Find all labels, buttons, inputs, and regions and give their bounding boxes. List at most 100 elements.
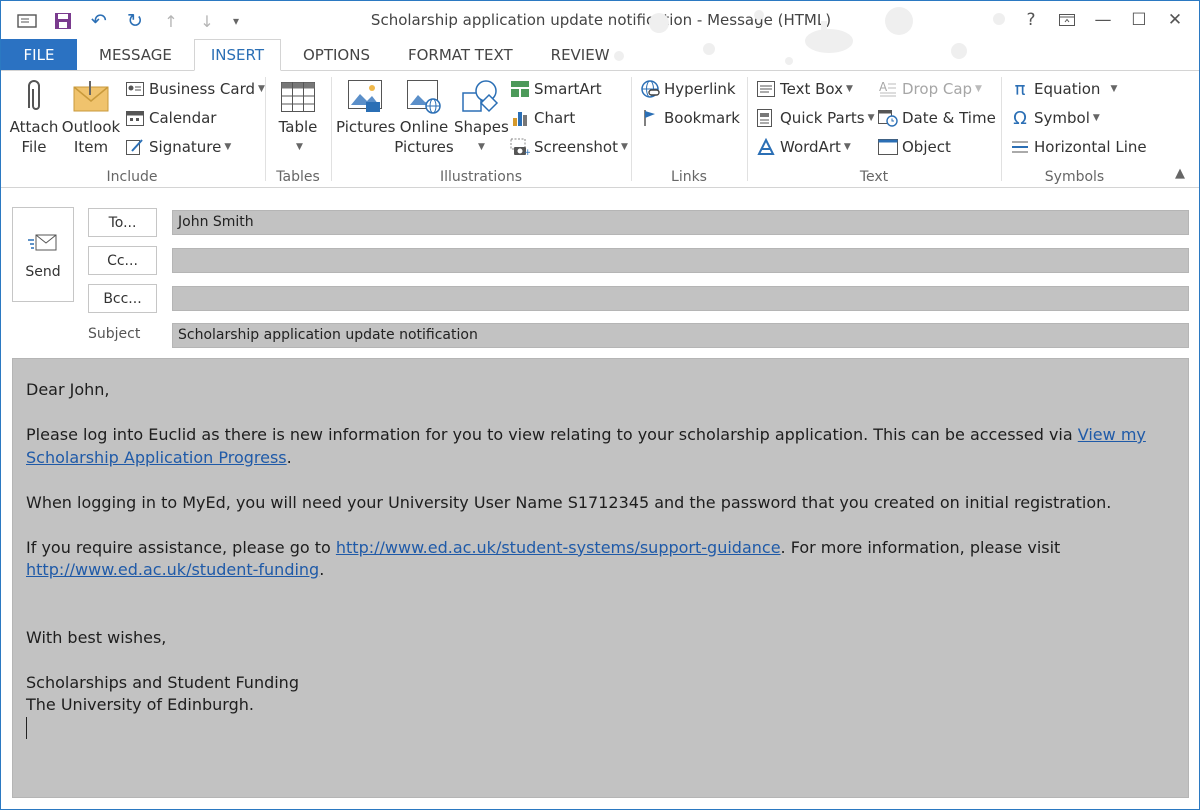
- greeting: Dear John,: [26, 380, 110, 399]
- to-field[interactable]: John Smith: [172, 210, 1189, 235]
- attach-file-button[interactable]: Attach File: [7, 75, 61, 157]
- business-card-icon: [125, 79, 145, 99]
- outlook-item-label-1: Outlook: [61, 118, 121, 136]
- business-card-label: Business Card: [149, 80, 256, 98]
- shapes-button[interactable]: Shapes ▼: [454, 75, 509, 157]
- body-text: .: [286, 447, 292, 467]
- chevron-down-icon: ▼: [296, 142, 303, 152]
- ribbon-display-options-icon[interactable]: [1049, 5, 1085, 35]
- pictures-button[interactable]: Pictures: [336, 75, 396, 137]
- signature-line-1: Scholarships and Student Funding: [26, 672, 299, 692]
- signature-icon: [125, 137, 145, 157]
- arrow-down-icon[interactable]: ↓: [189, 7, 225, 35]
- hyperlink-button[interactable]: Hyperlink: [640, 77, 736, 101]
- to-button[interactable]: To...: [88, 208, 157, 237]
- quick-parts-button[interactable]: Quick Parts ▼: [756, 106, 875, 130]
- outlook-item-label-2: Item: [73, 138, 109, 156]
- view-progress-link[interactable]: View my: [1078, 425, 1146, 444]
- customize-toolbar-icon[interactable]: ▾: [225, 7, 247, 35]
- message-body[interactable]: Dear John, Please log into Euclid as the…: [12, 358, 1189, 798]
- text-box-button[interactable]: Text Box ▼: [756, 77, 853, 101]
- tab-insert[interactable]: INSERT: [193, 39, 281, 71]
- redo-icon[interactable]: ↻: [117, 7, 153, 35]
- wordart-icon: [756, 137, 776, 157]
- attach-file-label-2: File: [21, 138, 47, 156]
- text-cursor-line: [26, 716, 1175, 740]
- send-icon: [13, 232, 73, 258]
- quick-access-toolbar: ↶ ↻ ↑ ↓ ▾: [9, 7, 247, 35]
- closing: With best wishes,: [26, 627, 167, 647]
- view-progress-link-continued[interactable]: Scholarship Application Progress: [26, 448, 287, 467]
- chevron-down-icon: ▼: [843, 142, 851, 152]
- quick-parts-icon: [756, 108, 776, 128]
- horizontal-line-icon: [1010, 137, 1030, 157]
- outlook-item-button[interactable]: Outlook Item: [61, 75, 121, 157]
- bcc-field[interactable]: [172, 286, 1189, 311]
- tab-format-text[interactable]: FORMAT TEXT: [392, 39, 529, 71]
- arrow-up-icon[interactable]: ↑: [153, 7, 189, 35]
- bcc-button[interactable]: Bcc...: [88, 284, 157, 313]
- business-card-button[interactable]: Business Card ▼: [125, 77, 265, 101]
- chevron-down-icon: ▼: [1110, 84, 1118, 94]
- tab-review[interactable]: REVIEW: [535, 39, 626, 71]
- drop-cap-button[interactable]: A Drop Cap ▼: [878, 77, 982, 101]
- undo-icon[interactable]: ↶: [81, 7, 117, 35]
- window-controls: ? — ☐ ✕: [1013, 5, 1193, 35]
- chevron-down-icon: ▼: [620, 142, 628, 152]
- object-button[interactable]: Object: [878, 135, 951, 159]
- message-icon[interactable]: [9, 7, 45, 35]
- outlook-message-window: ↶ ↻ ↑ ↓ ▾ Scholarship application update…: [0, 0, 1200, 810]
- tab-options[interactable]: OPTIONS: [287, 39, 386, 71]
- wordart-button[interactable]: WordArt ▼: [756, 135, 851, 159]
- online-pictures-button[interactable]: Online Pictures: [394, 75, 454, 157]
- send-button[interactable]: Send: [12, 207, 74, 302]
- screenshot-button[interactable]: + Screenshot ▼: [510, 135, 628, 159]
- calendar-button[interactable]: Calendar: [125, 106, 216, 130]
- object-label: Object: [902, 138, 951, 156]
- chevron-down-icon: ▼: [846, 84, 853, 94]
- symbol-button[interactable]: Ω Symbol ▼: [1010, 106, 1100, 130]
- tab-file[interactable]: FILE: [1, 39, 77, 71]
- date-time-button[interactable]: Date & Time: [878, 106, 996, 130]
- ribbon-tabs: FILE MESSAGE INSERT OPTIONS FORMAT TEXT …: [1, 39, 1199, 71]
- chevron-down-icon: ▼: [867, 113, 875, 123]
- smartart-icon: [510, 79, 530, 99]
- tab-message[interactable]: MESSAGE: [83, 39, 188, 71]
- group-label-include: Include: [106, 169, 158, 185]
- pictures-label: Pictures: [336, 118, 396, 136]
- table-label: Table: [278, 118, 318, 136]
- table-button[interactable]: Table ▼: [272, 75, 324, 157]
- student-funding-link[interactable]: http://www.ed.ac.uk/student-funding: [26, 560, 319, 579]
- horizontal-line-label: Horizontal Line: [1034, 138, 1147, 156]
- chevron-down-icon: ▼: [478, 142, 485, 152]
- pi-icon: π: [1014, 78, 1026, 100]
- save-icon[interactable]: [45, 7, 81, 35]
- subject-field[interactable]: Scholarship application update notificat…: [172, 323, 1189, 348]
- text-box-icon: [756, 79, 776, 99]
- chart-label: Chart: [534, 109, 576, 127]
- omega-icon: Ω: [1013, 107, 1027, 129]
- help-button[interactable]: ?: [1013, 5, 1049, 35]
- chart-icon: [510, 108, 530, 128]
- wordart-label: WordArt: [780, 138, 841, 156]
- maximize-icon[interactable]: ☐: [1121, 5, 1157, 35]
- horizontal-line-button[interactable]: Horizontal Line: [1010, 135, 1147, 159]
- minimize-icon[interactable]: —: [1085, 5, 1121, 35]
- collapse-ribbon-icon[interactable]: ▲: [1175, 166, 1185, 181]
- send-label: Send: [25, 264, 61, 280]
- signature-line-2: The University of Edinburgh.: [26, 695, 254, 714]
- bookmark-button[interactable]: Bookmark: [640, 106, 740, 130]
- cc-field[interactable]: [172, 248, 1189, 273]
- equation-button[interactable]: π Equation ▼: [1010, 77, 1118, 101]
- cc-button[interactable]: Cc...: [88, 246, 157, 275]
- support-guidance-link[interactable]: http://www.ed.ac.uk/student-systems/supp…: [336, 538, 781, 557]
- chart-button[interactable]: Chart: [510, 106, 575, 130]
- chevron-down-icon: ▼: [975, 84, 982, 94]
- screenshot-icon: +: [510, 137, 530, 157]
- text-box-label: Text Box: [780, 80, 843, 98]
- online-pictures-label-2: Pictures: [394, 138, 454, 156]
- chevron-down-icon: ▼: [224, 142, 232, 152]
- close-icon[interactable]: ✕: [1157, 5, 1193, 35]
- signature-button[interactable]: Signature ▼: [125, 135, 231, 159]
- smartart-button[interactable]: SmartArt: [510, 77, 602, 101]
